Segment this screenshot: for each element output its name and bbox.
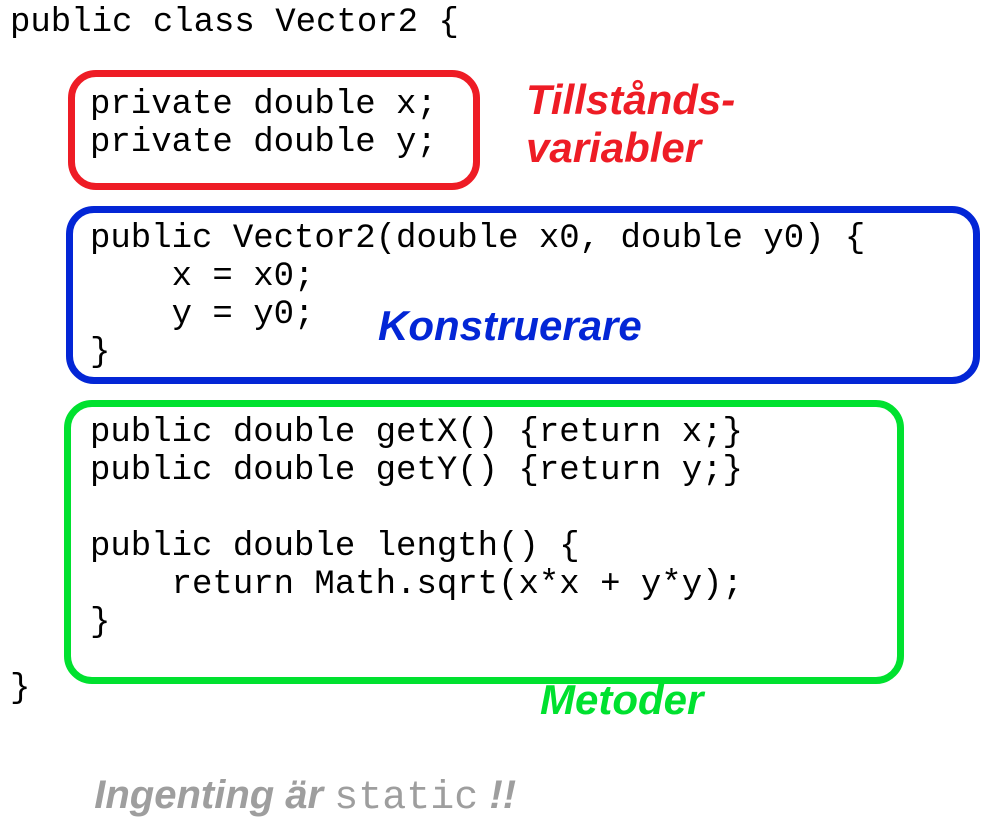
- class-close: }: [10, 670, 30, 708]
- constructor-close: }: [90, 334, 110, 372]
- field-y: private double y;: [90, 124, 437, 162]
- constructor-body-2: y = y0;: [90, 296, 314, 334]
- method-length-sig: public double length() {: [90, 528, 580, 566]
- constructor-body-1: x = x0;: [90, 258, 314, 296]
- label-methods: Metoder: [540, 676, 703, 724]
- label-constructor: Konstruerare: [378, 302, 642, 350]
- label-footer: Ingenting är static !!: [72, 728, 516, 821]
- footer-text-post: !!: [478, 773, 516, 817]
- class-declaration: public class Vector2 {: [10, 4, 459, 42]
- method-length-close: }: [90, 604, 110, 642]
- method-getx: public double getX() {return x;}: [90, 414, 743, 452]
- footer-text-pre: Ingenting är: [94, 773, 334, 817]
- constructor-signature: public Vector2(double x0, double y0) {: [90, 220, 865, 258]
- footer-static-keyword: static: [334, 776, 478, 821]
- method-gety: public double getY() {return y;}: [90, 452, 743, 490]
- field-x: private double x;: [90, 86, 437, 124]
- label-state-variables: Tillstånds- variabler: [526, 76, 735, 172]
- method-length-body: return Math.sqrt(x*x + y*y);: [90, 566, 743, 604]
